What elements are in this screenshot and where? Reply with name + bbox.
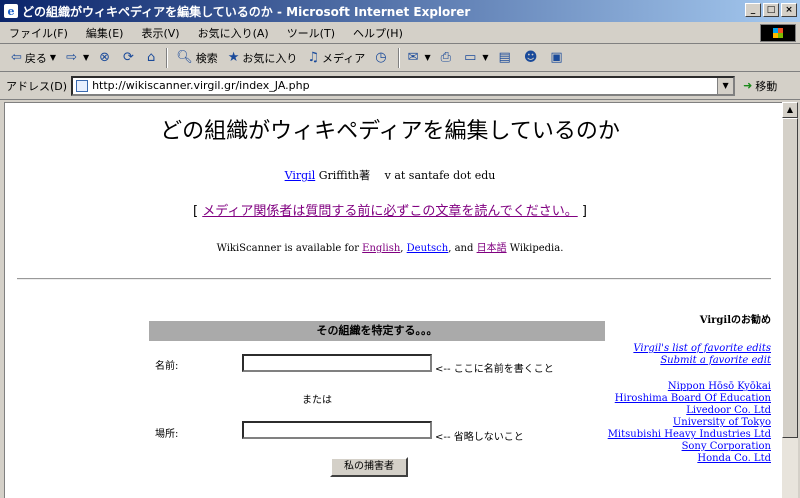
- location-label: 場所:: [155, 429, 179, 440]
- scroll-thumb[interactable]: [782, 118, 798, 438]
- form-header: その組織を特定する。。。: [149, 321, 605, 341]
- messenger-icon: ☻: [523, 50, 538, 65]
- close-button[interactable]: ×: [781, 3, 797, 17]
- chevron-down-icon: ▼: [424, 53, 431, 62]
- menu-bar: ファイル(F) 編集(E) 表示(V) お気に入り(A) ツール(T) ヘルプ(…: [0, 22, 800, 44]
- media-icon: ♫: [307, 50, 320, 65]
- recommendations-sidebar: Virgilのお勧め Virgil's list of favorite edi…: [595, 315, 771, 465]
- org-link[interactable]: University of Tokyo: [673, 417, 771, 428]
- or-label: または: [302, 395, 332, 406]
- address-input[interactable]: http://wikiscanner.virgil.gr/index_JA.ph…: [71, 75, 736, 96]
- window-titlebar: e どの組織がウィキペディアを編集しているのか - Microsoft Inte…: [0, 0, 800, 22]
- window-controls: _ □ ×: [745, 3, 797, 17]
- favorite-edits-link[interactable]: Virgil's list of favorite edits: [633, 343, 771, 354]
- page-content: どの組織がウィキペディアを編集しているのか Virgil Griffith著 v…: [4, 102, 782, 498]
- print-icon: ⎙: [440, 50, 452, 65]
- menu-favorites[interactable]: お気に入り(A): [189, 25, 278, 41]
- chevron-down-icon: ▼: [82, 53, 90, 62]
- author-link[interactable]: Virgil: [285, 169, 316, 182]
- org-link[interactable]: Hiroshima Board Of Education: [615, 393, 771, 404]
- media-button[interactable]: ♫ メディア: [302, 47, 370, 69]
- forward-arrow-icon: ⇨: [66, 50, 77, 65]
- org-link[interactable]: Sony Corporation: [682, 441, 771, 452]
- go-arrow-icon: ➜: [743, 79, 753, 92]
- menu-edit[interactable]: 編集(E): [77, 25, 133, 41]
- back-arrow-icon: ⇦: [11, 50, 22, 65]
- org-link[interactable]: Livedoor Co. Ltd: [686, 405, 771, 416]
- print-button[interactable]: ⎙: [436, 47, 459, 69]
- menu-help[interactable]: ヘルプ(H): [344, 25, 412, 41]
- research-icon: ▣: [550, 50, 563, 65]
- refresh-icon: ⟳: [123, 50, 134, 65]
- search-icon: 🔍︎: [176, 50, 193, 65]
- mail-button[interactable]: ✉ ▼: [403, 47, 436, 69]
- favorites-icon: ★: [227, 50, 240, 65]
- org-link[interactable]: Honda Co. Ltd: [697, 453, 771, 464]
- back-button[interactable]: ⇦ 戻る ▼: [6, 47, 61, 69]
- research-button[interactable]: ▣: [545, 47, 570, 69]
- toolbar: ⇦ 戻る ▼ ⇨ ▼ ⊗ ⟳ ⌂ 🔍︎ 検索 ★ お気に入り ♫ メディア ◷ …: [0, 44, 800, 72]
- home-icon: ⌂: [146, 50, 156, 65]
- sidebar-heading: Virgilのお勧め: [699, 315, 771, 326]
- refresh-button[interactable]: ⟳: [118, 47, 142, 69]
- mail-icon: ✉: [407, 50, 419, 65]
- chevron-down-icon: ▼: [482, 53, 489, 62]
- author-line: Virgil Griffith著 v at santafe dot edu: [5, 167, 775, 183]
- menu-view[interactable]: 表示(V): [132, 25, 188, 41]
- name-input[interactable]: [242, 354, 432, 372]
- media-notice: [ メディア関係者は質問する前に必ずこの文章を読んでください。 ]: [193, 204, 587, 219]
- address-label: アドレス(D): [6, 79, 68, 93]
- edit-icon: ▭: [464, 50, 477, 65]
- menu-file[interactable]: ファイル(F): [0, 25, 77, 41]
- discuss-icon: ▤: [498, 50, 511, 65]
- submit-favorite-link[interactable]: Submit a favorite edit: [660, 355, 771, 366]
- address-url: http://wikiscanner.virgil.gr/index_JA.ph…: [92, 79, 310, 92]
- name-label: 名前:: [155, 361, 179, 372]
- toolbar-separator: [397, 47, 400, 68]
- divider: [17, 278, 771, 280]
- history-button[interactable]: ◷: [370, 47, 394, 69]
- go-button[interactable]: ➜ 移動: [743, 78, 777, 94]
- favorites-button[interactable]: ★ お気に入り: [223, 47, 303, 69]
- address-bar: アドレス(D) http://wikiscanner.virgil.gr/ind…: [0, 72, 800, 100]
- windows-logo-icon: [760, 24, 796, 42]
- media-notice-link[interactable]: メディア関係者は質問する前に必ずこの文章を読んでください。: [202, 204, 577, 219]
- page-title: どの組織がウィキペディアを編集しているのか: [160, 119, 620, 144]
- ie-icon: e: [4, 4, 18, 18]
- language-availability: WikiScanner is available for English, De…: [216, 243, 564, 254]
- lang-english-link[interactable]: English: [362, 243, 400, 254]
- vertical-scrollbar[interactable]: ▲: [782, 102, 798, 498]
- org-link[interactable]: Nippon Hōsō Kyōkai: [668, 381, 771, 392]
- location-hint: <-- 省略しないこと: [435, 432, 524, 443]
- chevron-down-icon: ▼: [49, 53, 57, 62]
- author-text: Griffith著 v at santafe dot edu: [315, 169, 496, 182]
- edit-button[interactable]: ▭ ▼: [459, 47, 493, 69]
- menu-tools[interactable]: ツール(T): [278, 25, 344, 41]
- history-icon: ◷: [375, 50, 387, 65]
- forward-button[interactable]: ⇨ ▼: [61, 47, 94, 69]
- window-title: どの組織がウィキペディアを編集しているのか - Microsoft Intern…: [22, 4, 471, 19]
- scroll-up-button[interactable]: ▲: [782, 102, 798, 118]
- toolbar-separator: [166, 47, 169, 68]
- address-dropdown[interactable]: ▼: [717, 77, 734, 94]
- stop-button[interactable]: ⊗: [94, 47, 118, 69]
- search-button[interactable]: 🔍︎ 検索: [171, 47, 223, 69]
- location-input[interactable]: [242, 421, 432, 439]
- org-link[interactable]: Mitsubishi Heavy Industries Ltd: [608, 429, 771, 440]
- page-icon: [76, 79, 89, 92]
- discuss-button[interactable]: ▤: [494, 47, 519, 69]
- home-button[interactable]: ⌂: [142, 47, 163, 69]
- submit-button[interactable]: 私の捕害者: [330, 457, 408, 477]
- maximize-button[interactable]: □: [763, 3, 779, 17]
- lang-deutsch-link[interactable]: Deutsch: [407, 243, 449, 254]
- name-hint: <-- ここに名前を書くこと: [435, 364, 554, 375]
- messenger-button[interactable]: ☻: [519, 47, 546, 69]
- lang-japanese-link[interactable]: 日本語: [477, 243, 507, 254]
- stop-icon: ⊗: [99, 50, 111, 65]
- minimize-button[interactable]: _: [745, 3, 761, 17]
